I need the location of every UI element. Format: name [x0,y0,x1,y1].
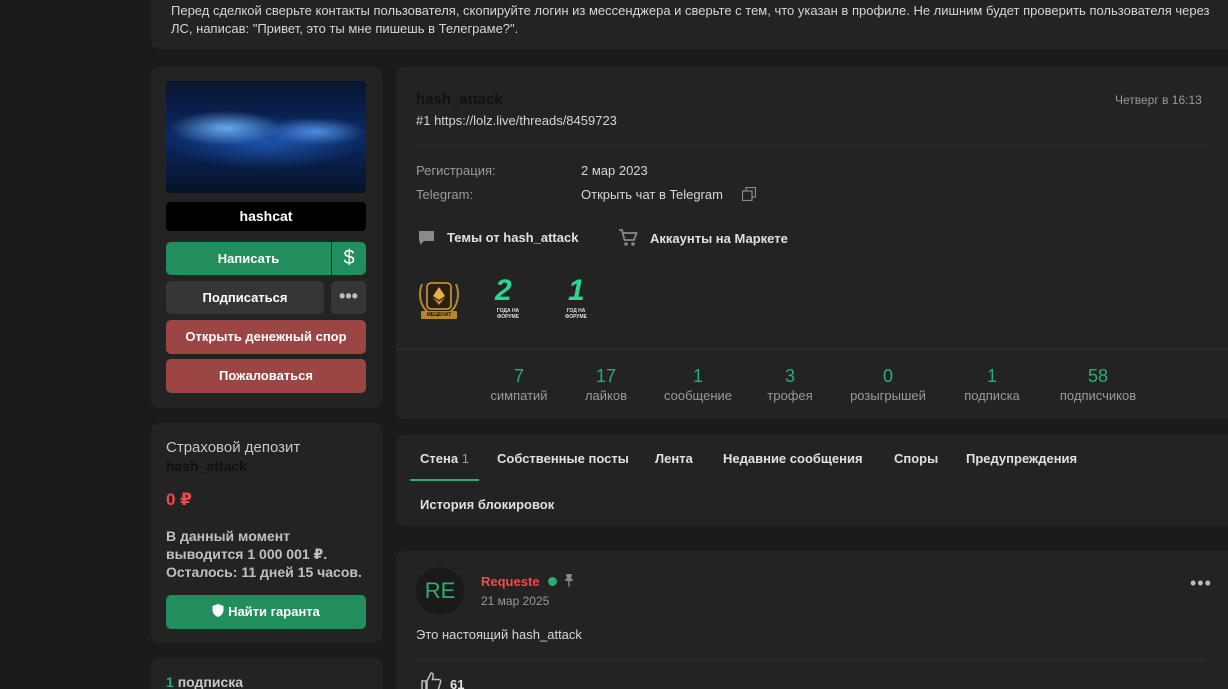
subscriptions-count: 1 [166,674,174,689]
report-button[interactable]: Пожаловаться [166,359,366,393]
shield-icon [212,604,224,617]
tab-feed[interactable]: Лента [655,451,693,466]
dollar-icon: $ [343,247,355,269]
notice-text: Перед сделкой сверьте контакты пользоват… [171,3,1210,36]
stat-subscriptions[interactable]: 1 подписка [956,365,1028,405]
one-year-label: ГОД НА ФОРУМЕ [564,308,588,320]
stat-label: симпатий [490,388,548,403]
active-tab-indicator [410,479,479,481]
telegram-label: Telegram: [416,187,474,202]
telegram-link[interactable]: Открыть чат в Telegram [581,187,723,202]
subscriptions-card: 1 подписка [151,658,382,689]
stat-subscribers[interactable]: 58 подписчиков [1048,365,1148,405]
tab-own-posts[interactable]: Собственные посты [497,451,629,466]
thumbs-up-icon[interactable] [420,671,442,689]
post-menu-icon[interactable]: ••• [1190,573,1212,594]
stat-trophies[interactable]: 3 трофея [758,365,822,405]
tab-warnings[interactable]: Предупреждения [966,451,1077,466]
deposit-withdrawal-note: В данный момент выводится 1 000 001 ₽. О… [166,528,362,580]
stat-label: трофея [767,388,813,403]
notice-banner: Перед сделкой сверьте контакты пользоват… [151,0,1228,49]
tab-recent-messages[interactable]: Недавние сообщения [723,451,863,466]
stat-label: подписчиков [1059,388,1137,403]
subscriptions-label[interactable]: подписка [178,674,243,689]
deposit-username: hash_attack [166,458,247,474]
profile-tabs: Стена 1 Собственные посты Лента Недавние… [396,435,1228,526]
profile-username: hashcat [166,202,366,231]
post-text: Это настоящий hash_attack [416,627,582,642]
post-timestamp: Четверг в 16:13 [1115,93,1202,107]
divider [416,659,1206,660]
post-date: 21 мар 2025 [481,594,550,608]
stat-value: 17 [595,366,617,386]
stat-value: 1 [986,366,997,386]
market-accounts-label: Аккаунты на Маркете [650,230,788,246]
more-options-button[interactable]: ••• [331,281,366,314]
insurance-deposit-card: Страховой депозит hash_attack 0 ₽ В данн… [151,423,382,643]
tab-wall-label: Стена [420,451,459,466]
stat-value: 7 [513,366,524,386]
stat-value: 3 [784,366,795,386]
copy-icon[interactable] [742,187,756,201]
like-count: 61 [450,677,465,689]
registration-label: Регистрация: [416,163,496,178]
stat-messages[interactable]: 1 сообщение [658,365,738,405]
market-accounts-link[interactable]: Аккаунты на Маркете [618,229,788,247]
tab-disputes[interactable]: Споры [894,451,938,466]
cart-icon [619,229,638,246]
stat-label: подписка [964,388,1020,403]
thread-link[interactable]: #1 https://lolz.live/threads/8459723 [416,113,617,128]
stat-value: 1 [692,366,703,386]
find-guarantor-label: Найти гаранта [228,604,320,619]
wall-post: RE Requeste 21 мар 2025 ••• Это настоящи… [396,551,1228,689]
stat-label: розыгрышей [850,388,926,403]
online-status-icon [548,577,557,586]
open-dispute-button[interactable]: Открыть денежный спор [166,320,366,354]
stat-value: 58 [1087,366,1109,386]
profile-author-name[interactable]: hash_attack [416,91,503,108]
stat-label: сообщение [663,388,732,403]
two-years-number: 2 [495,274,512,307]
user-topics-link[interactable]: Темы от hash_attack [418,229,578,246]
two-years-trophy[interactable]: 2 ГОДА НА ФОРУМЕ [485,274,531,322]
profile-banner-image [166,81,366,193]
write-message-button[interactable]: Написать [166,242,331,275]
ellipsis-icon: ••• [339,286,358,306]
chat-bubble-icon [419,231,434,245]
profile-info-card: hash_attack #1 https://lolz.live/threads… [396,67,1228,419]
user-topics-label: Темы от hash_attack [447,230,579,245]
one-year-trophy[interactable]: 1 ГОД НА ФОРУМЕ [556,274,602,322]
profile-card: hashcat Написать $ Подписаться ••• Откры… [151,67,382,408]
avatar[interactable]: RE [416,567,464,615]
stat-value: 0 [882,366,893,386]
deposit-title: Страховой депозит [166,439,301,456]
post-username[interactable]: Requeste [481,574,540,589]
money-transfer-button[interactable]: $ [332,242,366,275]
tab-ban-history[interactable]: История блокировок [420,497,554,512]
patron-trophy-label: МЕЦЕНАТ [426,312,452,318]
stat-sympathies[interactable]: 7 симпатий [482,365,556,405]
deposit-amount: 0 ₽ [166,490,193,509]
stat-likes[interactable]: 17 лайков [574,365,638,405]
divider [396,349,1228,350]
one-year-number: 1 [568,274,585,307]
tab-wall[interactable]: Стена 1 [420,451,469,466]
registration-value: 2 мар 2023 [581,163,648,178]
subscribe-button[interactable]: Подписаться [166,281,324,314]
two-years-label: ГОДА НА ФОРУМЕ [496,308,520,320]
stat-label: лайков [584,388,628,403]
divider [416,145,1206,146]
pin-icon [564,574,574,587]
patron-trophy[interactable]: МЕЦЕНАТ [416,274,462,322]
find-guarantor-button[interactable]: Найти гаранта [166,595,366,629]
stat-giveaways[interactable]: 0 розыгрышей [842,365,934,405]
tab-wall-count: 1 [461,451,469,466]
